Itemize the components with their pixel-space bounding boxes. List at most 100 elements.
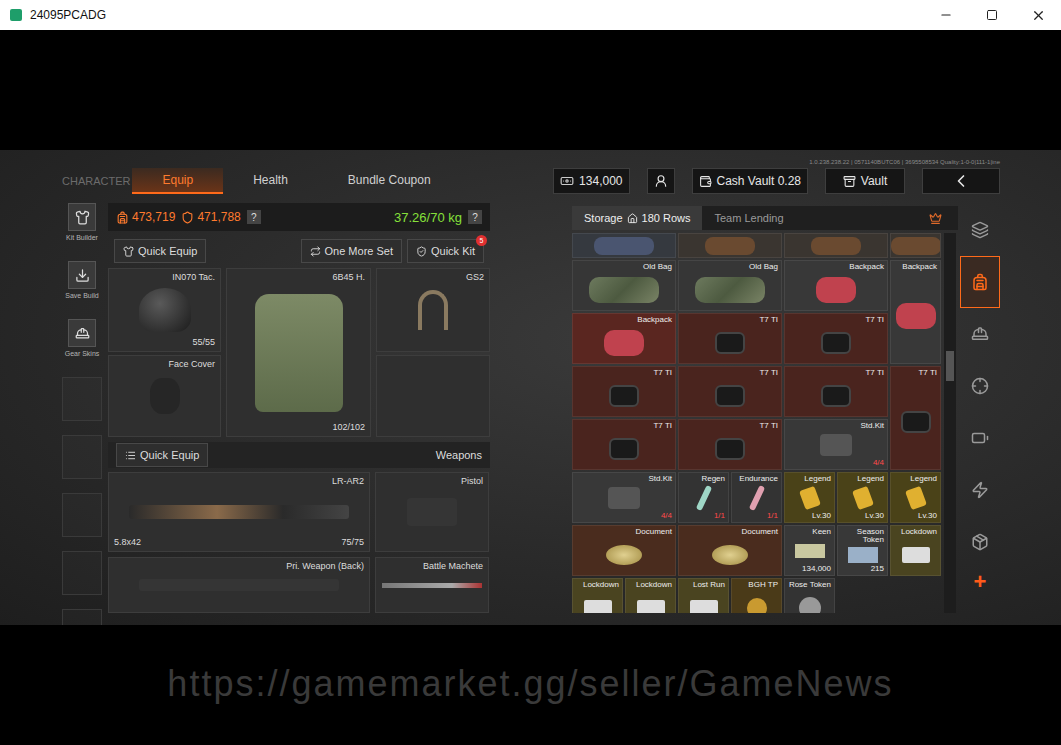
item-cell[interactable]: Backpack <box>784 260 888 311</box>
item-label: T7 TI <box>576 421 672 430</box>
help-button[interactable]: ? <box>247 210 261 224</box>
item-cell[interactable]: Keen134,000 <box>784 525 835 576</box>
item-cell[interactable]: Endurance1/1 <box>731 472 782 523</box>
scroll-thumb[interactable] <box>946 351 954 381</box>
back-button[interactable] <box>922 168 1000 194</box>
item-cell[interactable]: LegendLv.30 <box>890 472 941 523</box>
item-cell[interactable]: T7 TI <box>678 366 782 417</box>
storage-tab[interactable]: Team Lending <box>702 206 795 230</box>
item-cell[interactable]: Backpack <box>890 260 941 364</box>
item-count: 1/1 <box>682 512 725 521</box>
tag-icon <box>905 485 927 509</box>
quick-equip-button[interactable]: Quick Equip <box>114 239 206 263</box>
item-label: Backpack <box>576 315 672 324</box>
weapon-slot[interactable]: Pistol <box>375 472 489 552</box>
item-cell[interactable]: Backpack <box>572 313 676 364</box>
item-label <box>576 235 672 236</box>
item-count <box>894 361 937 362</box>
item-cell[interactable]: Document <box>678 525 782 576</box>
gear-slot[interactable]: 6B45 H.102/102 <box>226 268 371 437</box>
item-cell[interactable] <box>890 233 941 258</box>
maximize-button[interactable] <box>969 0 1015 30</box>
empty-slot[interactable] <box>62 609 102 625</box>
profile-button[interactable] <box>647 168 675 194</box>
item-cell[interactable]: LegendLv.30 <box>784 472 835 523</box>
item-cell[interactable]: BGH TP <box>731 578 782 613</box>
title-bar: 24095PCADG <box>0 0 1061 30</box>
blue-bag-icon <box>594 237 654 255</box>
cash-vault-button[interactable]: Cash Vault 0.28 <box>692 168 809 194</box>
scrollbar[interactable] <box>944 233 956 613</box>
close-button[interactable] <box>1015 0 1061 30</box>
gear-slot[interactable]: Face Cover <box>108 355 221 437</box>
category-item[interactable] <box>960 516 1000 568</box>
item-count <box>576 414 672 415</box>
minimize-button[interactable] <box>923 0 969 30</box>
weapon-slot[interactable]: LR-AR25.8x4275/75 <box>108 472 370 552</box>
item-cell[interactable] <box>572 233 676 258</box>
item-cell[interactable]: Lockdown <box>890 525 941 576</box>
category-item[interactable] <box>960 256 1000 308</box>
weapon-slot[interactable]: Pri. Weapon (Back) <box>108 557 370 613</box>
weapon-slot[interactable]: Battle Machete <box>375 557 489 613</box>
item-cell[interactable]: T7 TI <box>678 419 782 470</box>
item-cell[interactable]: T7 TI <box>572 419 676 470</box>
item-cell[interactable]: Lost Run <box>678 578 729 613</box>
item-cell[interactable]: T7 TI <box>784 313 888 364</box>
one-more-set-button[interactable]: One More Set <box>301 239 402 263</box>
item-cell[interactable]: Lockdown <box>572 578 623 613</box>
tool-item[interactable]: Gear Skins <box>65 319 100 363</box>
item-cell[interactable]: Std.Kit4/4 <box>784 419 888 470</box>
gear-slot[interactable] <box>376 355 490 437</box>
item-cell[interactable]: Rose Token <box>784 578 835 613</box>
item-cell[interactable]: T7 TI <box>890 366 941 470</box>
item-cell[interactable] <box>784 233 888 258</box>
sort-button[interactable] <box>929 206 942 230</box>
weapons-title: Weapons <box>436 449 482 461</box>
category-item[interactable] <box>960 204 1000 256</box>
item-label: T7 TI <box>682 421 778 430</box>
item-cell[interactable]: T7 TI <box>572 366 676 417</box>
gear-slot[interactable]: GS2 <box>376 268 490 352</box>
nav-tab[interactable]: Equip <box>132 168 223 194</box>
item-cell[interactable]: T7 TI <box>678 313 782 364</box>
empty-slot[interactable] <box>62 493 102 537</box>
brown-bag-icon <box>891 237 941 255</box>
add-button[interactable]: + <box>960 568 1000 596</box>
quick-equip-button[interactable]: Quick Equip <box>116 443 208 467</box>
wallet-icon <box>699 175 712 188</box>
item-count <box>682 308 778 309</box>
category-item[interactable] <box>960 412 1000 464</box>
tool-item[interactable]: Save Build <box>65 261 98 305</box>
category-item[interactable] <box>960 464 1000 516</box>
nav-tab[interactable]: Bundle Coupon <box>318 168 461 194</box>
item-cell[interactable]: Old Bag <box>572 260 676 311</box>
item-label: Legend <box>788 474 831 483</box>
home-icon <box>627 213 638 224</box>
item-cell[interactable]: Regen 1/1 <box>678 472 729 523</box>
item-cell[interactable]: LegendLv.30 <box>837 472 888 523</box>
storage-tab[interactable]: Storage180 Rows <box>572 206 702 230</box>
item-cell[interactable]: Std.Kit4/4 <box>572 472 676 523</box>
empty-slot[interactable] <box>62 377 102 421</box>
gear-slot[interactable]: IN070 Tac.55/55 <box>108 268 221 352</box>
item-cell[interactable]: Document <box>572 525 676 576</box>
weapon-label: LR-AR2 <box>114 476 364 487</box>
item-cell[interactable]: T7 TI <box>784 366 888 417</box>
item-label: Regen <box>682 474 725 483</box>
version-text: 1.0.238.238.22 | 0571140BUTC06 | 3695508… <box>809 159 1000 165</box>
vault-button[interactable]: Vault <box>825 168 905 194</box>
help-button[interactable]: ? <box>468 210 482 224</box>
item-cell[interactable]: Lockdown <box>625 578 676 613</box>
item-cell[interactable] <box>678 233 782 258</box>
empty-slot[interactable] <box>62 551 102 595</box>
empty-slot[interactable] <box>62 435 102 479</box>
tool-item[interactable]: Kit Builder <box>66 203 98 247</box>
category-item[interactable] <box>960 360 1000 412</box>
quick-kit-button[interactable]: Quick Kit5 <box>407 239 484 263</box>
item-cell[interactable]: Season Token215 <box>837 525 888 576</box>
item-cell[interactable]: Old Bag <box>678 260 782 311</box>
item-count <box>576 573 672 574</box>
nav-tab[interactable]: Health <box>223 168 318 194</box>
category-item[interactable] <box>960 308 1000 360</box>
